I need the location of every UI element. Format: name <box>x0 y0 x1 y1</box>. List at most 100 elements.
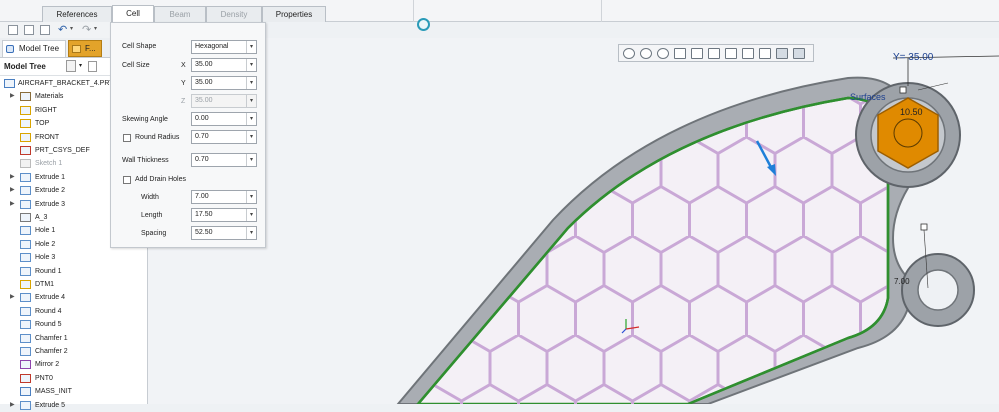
model-tree-item-label: AIRCRAFT_BRACKET_4.PRT <box>18 80 114 87</box>
open-file-icon[interactable] <box>24 25 34 35</box>
y-dimension-label[interactable]: Y= 35.00 <box>893 52 934 63</box>
model-tree-item-label: Hole 3 <box>35 254 56 262</box>
model-tree-item[interactable]: ▶ Extrude 4 <box>0 291 148 304</box>
datum-display-icon[interactable] <box>742 48 754 59</box>
regenerate-status-icon <box>417 18 430 31</box>
model-tree-item[interactable]: Round 5 <box>0 318 148 331</box>
tab-model-tree[interactable]: Model Tree <box>2 40 66 57</box>
model-tree-item[interactable]: Round 4 <box>0 305 148 318</box>
add-drain-holes-checkbox[interactable] <box>123 176 131 184</box>
model-tree-item-label: Extrude 2 <box>35 187 65 195</box>
round-radius-field[interactable]: 0.70 ▾ <box>191 130 257 144</box>
cell-shape-select[interactable]: Hexagonal ▾ <box>191 40 257 54</box>
bottom-dimension-label[interactable]: 7.00 <box>894 277 910 286</box>
expand-arrow-icon[interactable]: ▶ <box>10 291 18 304</box>
tab-label: Model Tree <box>19 44 60 53</box>
chevron-down-icon[interactable]: ▾ <box>246 209 256 221</box>
small-dimension-label[interactable]: 10.50 <box>900 107 923 117</box>
cell-size-y-field[interactable]: 35.00 ▾ <box>191 76 257 90</box>
model-tree-item[interactable]: Hole 3 <box>0 251 148 264</box>
cell-shape-label: Cell Shape <box>122 43 157 50</box>
expand-arrow-icon[interactable]: ▶ <box>10 399 18 412</box>
annotation-display-icon[interactable] <box>759 48 771 59</box>
tab-beam[interactable]: Beam <box>154 6 206 22</box>
model-tree-item[interactable]: ▶ Extrude 5 <box>0 399 148 412</box>
drag-handle[interactable] <box>899 86 907 94</box>
round-radius-checkbox[interactable] <box>123 134 131 142</box>
expand-arrow-icon[interactable]: ▶ <box>10 171 18 184</box>
chevron-down-icon[interactable]: ▾ <box>70 25 73 32</box>
new-file-icon[interactable] <box>8 25 18 35</box>
redo-icon[interactable]: ↷ <box>82 23 91 36</box>
spacing-field[interactable]: 52.50 ▾ <box>191 226 257 240</box>
cell-shape-value: Hexagonal <box>195 43 229 50</box>
spin-center-icon[interactable] <box>776 48 788 59</box>
width-field[interactable]: 7.00 ▾ <box>191 190 257 204</box>
tree-filter-icon[interactable] <box>88 61 97 72</box>
model-tree-item[interactable]: Round 1 <box>0 265 148 278</box>
round-icon <box>20 320 31 330</box>
hole-icon <box>20 239 31 249</box>
chevron-down-icon[interactable]: ▾ <box>246 154 256 166</box>
drag-handle[interactable] <box>920 223 928 231</box>
graphics-viewport[interactable]: Y= 35.00 Surfaces 10.50 7.00 <box>148 38 999 406</box>
datum-plane-icon <box>20 280 31 289</box>
model-tree-item[interactable]: Chamfer 2 <box>0 345 148 358</box>
ribbon-divider <box>601 0 602 22</box>
chevron-down-icon[interactable]: ▾ <box>246 113 256 125</box>
wall-thickness-field[interactable]: 0.70 ▾ <box>191 153 257 167</box>
saved-views-icon[interactable] <box>708 48 720 59</box>
model-graphics[interactable]: Y= 35.00 Surfaces 10.50 7.00 <box>148 38 999 406</box>
model-tree-item-label: Round 1 <box>35 267 62 275</box>
model-tree-item[interactable]: DTM1 <box>0 278 148 291</box>
tab-properties[interactable]: Properties <box>262 6 326 22</box>
cell-size-z-axis-label: Z <box>181 98 186 105</box>
model-tree-item[interactable]: Mirror 2 <box>0 358 148 371</box>
skewing-angle-field[interactable]: 0.00 ▾ <box>191 112 257 126</box>
expand-arrow-icon[interactable]: ▶ <box>10 198 18 211</box>
save-icon[interactable] <box>40 25 50 35</box>
length-field[interactable]: 17.50 ▾ <box>191 208 257 222</box>
chevron-down-icon[interactable]: ▾ <box>246 227 256 239</box>
chevron-down-icon[interactable]: ▾ <box>246 41 256 53</box>
chevron-down-icon[interactable]: ▾ <box>79 62 82 69</box>
cell-size-x-axis-label: X <box>181 62 186 69</box>
width-label: Width <box>141 194 159 201</box>
chevron-down-icon[interactable]: ▾ <box>246 77 256 89</box>
orient-icon[interactable] <box>691 48 703 59</box>
chevron-down-icon[interactable]: ▾ <box>246 191 256 203</box>
cell-size-x-field[interactable]: 35.00 ▾ <box>191 58 257 72</box>
expand-arrow-icon[interactable]: ▶ <box>10 90 18 103</box>
refit-icon[interactable] <box>623 48 635 59</box>
chevron-down-icon[interactable]: ▾ <box>94 25 97 32</box>
hole-icon <box>20 253 31 263</box>
axis-icon <box>20 213 31 222</box>
zoom-out-icon[interactable] <box>657 48 669 59</box>
wall-thickness-value: 0.70 <box>195 156 209 163</box>
display-style-icon[interactable] <box>725 48 737 59</box>
tab-density[interactable]: Density <box>206 6 262 22</box>
tab-references[interactable]: References <box>42 6 112 22</box>
model-tree-item-label: Extrude 5 <box>35 401 65 409</box>
tab-label: F... <box>85 44 96 53</box>
model-tree-item-label: DTM1 <box>35 281 55 288</box>
tab-folder-browser[interactable]: F... <box>68 40 102 57</box>
model-tree-item[interactable]: Chamfer 1 <box>0 332 148 345</box>
zoom-in-icon[interactable] <box>640 48 652 59</box>
model-tree-item[interactable]: MASS_INIT <box>0 385 148 398</box>
undo-icon[interactable]: ↶ <box>58 23 67 36</box>
chevron-down-icon[interactable]: ▾ <box>246 59 256 71</box>
expand-arrow-icon[interactable]: ▶ <box>10 184 18 197</box>
surfaces-label[interactable]: Surfaces <box>850 92 886 102</box>
repaint-icon[interactable] <box>674 48 686 59</box>
model-tree-item[interactable]: PNT0 <box>0 372 148 385</box>
view-manager-icon[interactable] <box>793 48 805 59</box>
model-tree-item-label: Extrude 4 <box>35 294 65 302</box>
chevron-down-icon[interactable]: ▾ <box>246 131 256 143</box>
round-radius-label: Round Radius <box>135 134 180 141</box>
tab-cell[interactable]: Cell <box>112 5 154 23</box>
model-tree-item-label: A_3 <box>35 214 48 221</box>
part-icon <box>4 79 15 88</box>
cell-size-x-value: 35.00 <box>195 61 213 68</box>
tree-settings-icon[interactable] <box>66 60 76 72</box>
